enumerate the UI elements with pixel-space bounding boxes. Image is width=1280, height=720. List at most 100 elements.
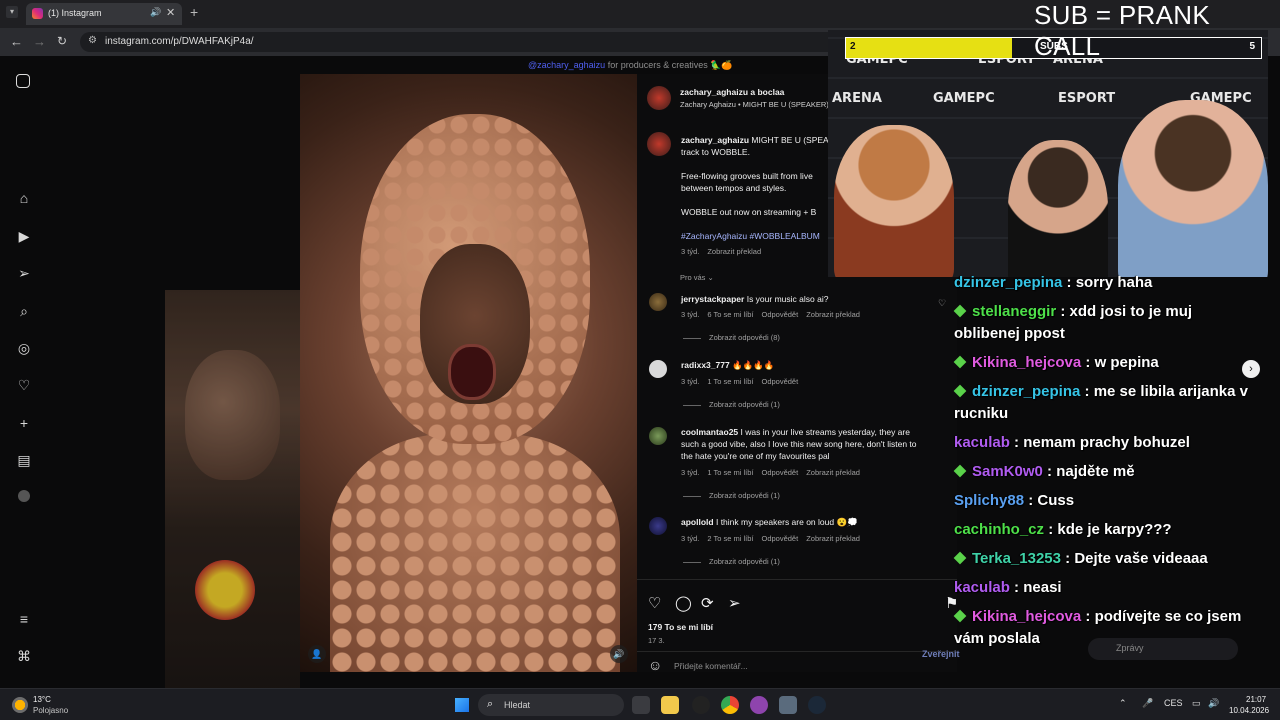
comment-translate-link[interactable]: Zobrazit překlad bbox=[806, 310, 860, 319]
comment-user[interactable]: apollold bbox=[681, 517, 714, 527]
tab-search-icon[interactable]: ▾ bbox=[6, 6, 18, 18]
comment-input[interactable]: Přidejte komentář... bbox=[674, 661, 748, 671]
emoji-icon[interactable]: ☺ bbox=[648, 657, 662, 673]
post-header-user[interactable]: zachary_aghaizu a boclaa bbox=[680, 87, 784, 97]
comment-user[interactable]: radixx3_777 bbox=[681, 360, 730, 370]
comment-bubble-icon[interactable]: ◯ bbox=[675, 594, 692, 612]
post-date: 17 3. bbox=[648, 636, 665, 645]
tab-close-icon[interactable]: ✕ bbox=[166, 6, 175, 19]
comment-avatar[interactable] bbox=[649, 360, 667, 378]
explore-icon[interactable]: ◎ bbox=[16, 340, 32, 356]
comment-user[interactable]: coolmantao25 bbox=[681, 427, 738, 437]
comment-translate-link[interactable]: Zobrazit překlad bbox=[806, 534, 860, 543]
weather-description[interactable]: Polojasno bbox=[33, 706, 68, 715]
back-arrow-icon[interactable]: ← bbox=[10, 34, 23, 49]
repost-icon[interactable]: ⟳ bbox=[701, 594, 714, 612]
chat-message: kaculab : neasi bbox=[954, 577, 1062, 599]
app-icon[interactable] bbox=[692, 696, 710, 714]
clock-time[interactable]: 21:07 bbox=[1246, 695, 1266, 704]
comment-like-heart-icon[interactable]: ♡ bbox=[938, 298, 946, 309]
file-explorer-icon[interactable] bbox=[661, 696, 679, 714]
comment-avatar[interactable] bbox=[649, 293, 667, 311]
messages-icon[interactable]: ➢ bbox=[16, 265, 32, 281]
instagram-logo-icon[interactable] bbox=[16, 74, 30, 88]
view-replies-link[interactable]: Zobrazit odpovědi (8) bbox=[683, 333, 780, 342]
comment-reply-link[interactable]: Odpovědět bbox=[761, 310, 798, 319]
microphone-icon[interactable]: 🎤 bbox=[1142, 698, 1153, 709]
caption-avatar[interactable] bbox=[647, 132, 671, 156]
more-menu-icon[interactable]: ≡ bbox=[16, 611, 32, 627]
comment-likes[interactable]: 6 To se mi líbí bbox=[707, 310, 753, 319]
profile-avatar[interactable] bbox=[18, 490, 30, 502]
view-replies-link[interactable]: Zobrazit odpovědi (1) bbox=[683, 491, 780, 500]
comment-likes[interactable]: 2 To se mi líbí bbox=[707, 534, 753, 543]
tab-instagram[interactable]: (1) Instagram 🔊 ✕ bbox=[26, 3, 182, 25]
settings-icon[interactable] bbox=[779, 696, 797, 714]
likes-count[interactable]: 179 To se mi líbí bbox=[648, 622, 713, 632]
chat-username: stellaneggir bbox=[972, 303, 1057, 320]
chrome-icon[interactable] bbox=[721, 696, 739, 714]
caption-hashtags[interactable]: #ZacharyAghaizu #WOBBLEALBUM bbox=[681, 231, 820, 241]
comment-translate-link[interactable]: Zobrazit překlad bbox=[806, 468, 860, 477]
comment-reply-link[interactable]: Odpovědět bbox=[761, 468, 798, 477]
comment-avatar[interactable] bbox=[649, 427, 667, 445]
comment-avatar[interactable] bbox=[649, 517, 667, 535]
address-url[interactable]: instagram.com/p/DWAHFAKjP4a/ bbox=[105, 36, 254, 47]
forward-arrow-icon[interactable]: → bbox=[33, 34, 46, 49]
comment-user[interactable]: jerrystackpaper bbox=[681, 294, 744, 304]
start-button[interactable] bbox=[455, 698, 469, 712]
comment-likes[interactable]: 1 To se mi líbí bbox=[707, 377, 753, 386]
tab-audio-icon[interactable]: 🔊 bbox=[150, 7, 161, 18]
chat-username: Kikina_hejcova bbox=[972, 608, 1082, 625]
dashboard-icon[interactable]: ▤ bbox=[16, 452, 32, 468]
weather-icon[interactable] bbox=[12, 697, 28, 713]
search-icon[interactable]: ⌕ bbox=[16, 303, 32, 319]
tagged-user-icon[interactable]: 👤 bbox=[308, 645, 326, 663]
volume-icon[interactable]: 🔊 bbox=[610, 645, 628, 663]
post-header-subtitle[interactable]: Zachary Aghaizu • MIGHT BE U (SPEAKER) bbox=[680, 100, 829, 109]
clock-date[interactable]: 10.04.2026 bbox=[1229, 706, 1269, 715]
comment-meta: 3 týd. 1 To se mi líbí Odpovědět bbox=[681, 377, 806, 386]
chat-message: dzinzer_pepina : me se libila arijanka v… bbox=[953, 381, 1254, 425]
instagram-favicon-icon bbox=[32, 8, 43, 19]
steam-icon[interactable] bbox=[808, 696, 826, 714]
for-you-toggle[interactable]: Pro vás ⌄ bbox=[680, 273, 714, 282]
network-icon[interactable]: ▭ bbox=[1192, 698, 1201, 709]
caption-user[interactable]: zachary_aghaizu bbox=[681, 135, 749, 145]
comment-4: apollold I think my speakers are on loud… bbox=[681, 517, 858, 528]
brand-logo: ESPORT bbox=[1058, 91, 1116, 106]
post-media-video[interactable]: 👤 🔊 bbox=[300, 74, 637, 672]
tray-overflow-icon[interactable]: ⌃ bbox=[1119, 698, 1127, 709]
comment-likes[interactable]: 1 To se mi líbí bbox=[707, 468, 753, 477]
obs-icon[interactable] bbox=[750, 696, 768, 714]
taskbar-search[interactable]: ⌕ Hledat bbox=[478, 694, 624, 716]
reels-icon[interactable]: ▶ bbox=[16, 228, 32, 244]
comment-3: coolmantao25 I was in your live streams … bbox=[681, 427, 910, 437]
like-heart-icon[interactable]: ♡ bbox=[648, 594, 661, 612]
new-tab-button[interactable]: + bbox=[190, 4, 198, 20]
comment-reply-link[interactable]: Odpovědět bbox=[761, 534, 798, 543]
background-video-preview bbox=[165, 290, 300, 688]
threads-icon[interactable]: ⌘ bbox=[16, 648, 32, 664]
caption-first-line: zachary_aghaizu MIGHT BE U (SPEA bbox=[681, 135, 829, 145]
address-bar[interactable]: ⚙ instagram.com/p/DWAHFAKjP4a/ bbox=[80, 32, 840, 52]
site-info-icon[interactable]: ⚙ bbox=[88, 35, 97, 46]
view-replies-link[interactable]: Zobrazit odpovědi (1) bbox=[683, 557, 780, 566]
chat-text: nemam prachy bohuzel bbox=[1023, 434, 1190, 451]
comment-reply-link[interactable]: Odpovědět bbox=[761, 377, 798, 386]
brand-logo: GAMEPC bbox=[933, 91, 995, 106]
weather-temperature[interactable]: 13°C bbox=[33, 695, 51, 704]
reload-icon[interactable]: ↻ bbox=[57, 34, 67, 48]
caption-translate-link[interactable]: Zobrazit překlad bbox=[707, 247, 761, 256]
task-view-icon[interactable] bbox=[632, 696, 650, 714]
view-replies-link[interactable]: Zobrazit odpovědi (1) bbox=[683, 400, 780, 409]
input-language[interactable]: CES bbox=[1164, 698, 1183, 708]
author-avatar[interactable] bbox=[647, 86, 671, 110]
notifications-heart-icon[interactable]: ♡ bbox=[16, 377, 32, 393]
create-icon[interactable]: + bbox=[16, 415, 32, 431]
share-icon[interactable]: ➢ bbox=[728, 594, 741, 612]
chat-message-input[interactable]: Zprávy bbox=[1088, 638, 1238, 660]
volume-icon[interactable]: 🔊 bbox=[1208, 698, 1219, 709]
caption-mention[interactable]: @zachary_aghaizu bbox=[528, 60, 605, 70]
home-icon[interactable]: ⌂ bbox=[16, 190, 32, 206]
